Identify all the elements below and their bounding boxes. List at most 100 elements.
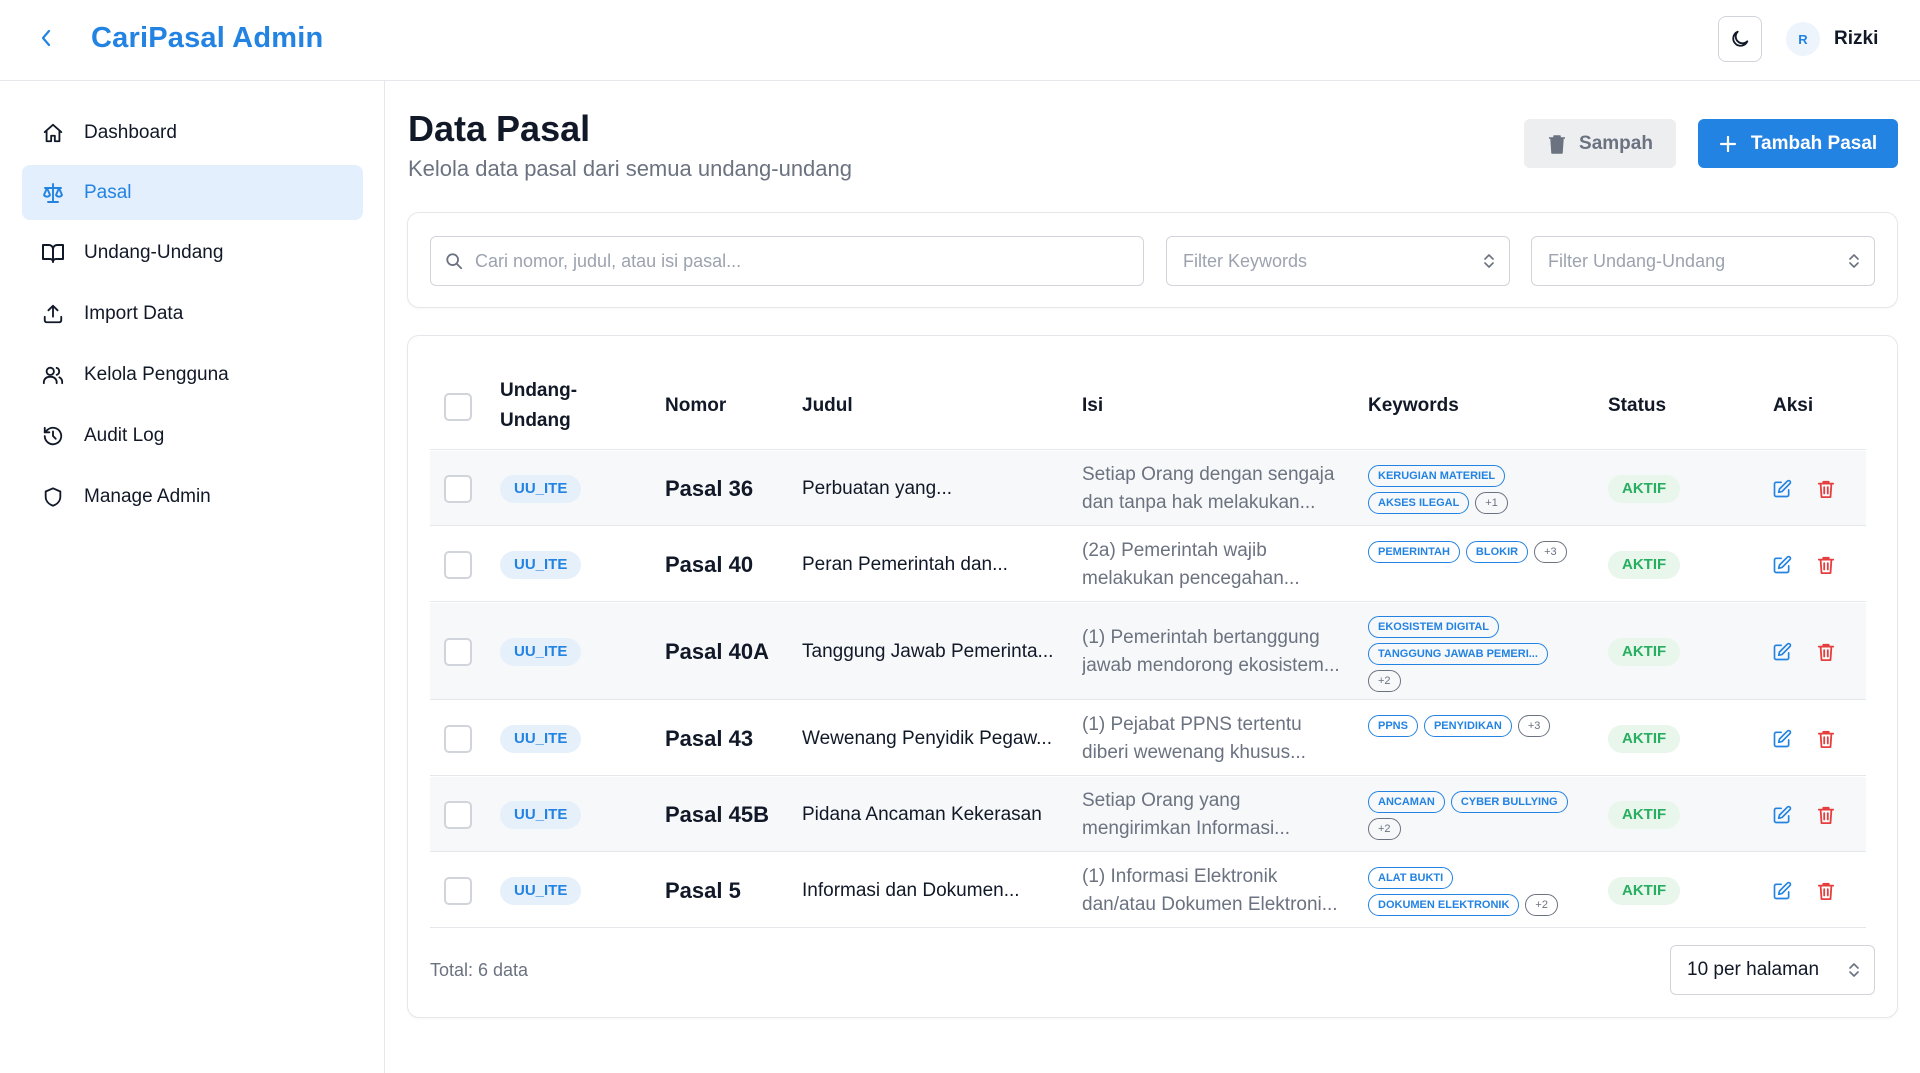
sidebar-item-audit-log[interactable]: Audit Log [22, 408, 363, 463]
trash-icon [1817, 642, 1835, 662]
keyword-list: PPNS PENYIDIKAN +3 [1368, 714, 1583, 737]
pasal-content: (2a) Pemerintah wajib melakukan pencegah… [1082, 537, 1352, 593]
select-all-checkbox[interactable] [444, 393, 472, 421]
trash-icon [1817, 881, 1835, 901]
delete-button[interactable] [1814, 727, 1838, 751]
filter-keywords-select[interactable]: Filter Keywords [1166, 236, 1510, 286]
table-row[interactable]: UU_ITE Pasal 40A Tanggung Jawab Pemerint… [430, 603, 1866, 700]
sidebar-item-label: Undang-Undang [84, 241, 224, 263]
delete-button[interactable] [1814, 803, 1838, 827]
pasal-title: Informasi dan Dokumen... [802, 879, 1020, 901]
delete-button[interactable] [1814, 553, 1838, 577]
search-input[interactable] [475, 250, 1075, 272]
upload-icon [40, 301, 66, 327]
theme-toggle-button[interactable] [1718, 16, 1762, 62]
table-header: Undang- Undang Nomor Judul Isi Keywords … [430, 364, 1866, 450]
avatar[interactable]: R [1786, 22, 1820, 56]
sidebar-item-kelola-pengguna[interactable]: Kelola Pengguna [22, 347, 363, 402]
column-header-undang-line2: Undang [500, 410, 571, 431]
edit-button[interactable] [1770, 727, 1794, 751]
sidebar-item-dashboard[interactable]: Dashboard [22, 105, 363, 160]
row-checkbox[interactable] [444, 800, 472, 829]
search-box [430, 236, 1144, 286]
back-button[interactable] [32, 24, 60, 52]
table-row[interactable]: UU_ITE Pasal 43 Wewenang Penyidik Pegaw.… [430, 701, 1866, 776]
keyword-list: EKOSISTEM DIGITAL TANGGUNG JAWAB PEMERI..… [1368, 615, 1583, 692]
per-page-select[interactable]: 10 per halaman [1670, 945, 1875, 995]
undang-undang-badge: UU_ITE [500, 474, 582, 503]
row-checkbox[interactable] [444, 724, 472, 753]
column-header-aksi: Aksi [1773, 395, 1814, 416]
table-row[interactable]: UU_ITE Pasal 5 Informasi dan Dokumen... … [430, 853, 1866, 928]
row-checkbox[interactable] [444, 637, 472, 666]
keyword-tag: CYBER BULLYING [1450, 790, 1568, 813]
sidebar-item-pasal[interactable]: Pasal [22, 165, 363, 220]
edit-button[interactable] [1770, 803, 1794, 827]
keyword-tag: TANGGUNG JAWAB PEMERI... [1368, 642, 1548, 665]
pasal-number: Pasal 45B [665, 801, 769, 827]
pasal-content-line: (1) Informasi Elektronik [1082, 865, 1278, 887]
column-header-status: Status [1608, 395, 1667, 416]
row-checkbox[interactable] [444, 474, 472, 503]
edit-icon [1772, 479, 1792, 499]
pasal-number: Pasal 40 [665, 551, 754, 577]
pasal-content-line: melakukan pencegahan... [1082, 567, 1300, 589]
pasal-content-line: mengirimkan Informasi... [1082, 817, 1291, 839]
keyword-tag: AKSES ILEGAL [1368, 491, 1470, 514]
column-header-keywords: Keywords [1368, 395, 1459, 416]
delete-button[interactable] [1814, 879, 1838, 903]
trash-icon [1817, 555, 1835, 575]
sidebar-item-import-data[interactable]: Import Data [22, 286, 363, 341]
filter-keywords-placeholder: Filter Keywords [1183, 250, 1308, 271]
table-row[interactable]: UU_ITE Pasal 45B Pidana Ancaman Kekerasa… [430, 777, 1866, 852]
pasal-content: Setiap Orang dengan sengaja dan tanpa ha… [1082, 461, 1352, 517]
status-badge: AKTIF [1608, 876, 1681, 905]
trash-button-label: Sampah [1579, 132, 1653, 154]
pasal-content-line: dan/atau Dokumen Elektroni... [1082, 893, 1338, 915]
chevron-up-down-icon [1483, 252, 1495, 270]
keyword-tag: ALAT BUKTI [1368, 866, 1454, 889]
pasal-content-line: (2a) Pemerintah wajib [1082, 539, 1267, 561]
edit-button[interactable] [1770, 640, 1794, 664]
user-name[interactable]: Rizki [1834, 28, 1878, 50]
keyword-more-tag: +2 [1525, 893, 1558, 916]
total-count: Total: 6 data [430, 960, 529, 980]
keyword-tag: EKOSISTEM DIGITAL [1368, 615, 1500, 638]
filter-undang-undang-select[interactable]: Filter Undang-Undang [1531, 236, 1875, 286]
keyword-list: PEMERINTAH BLOKIR +3 [1368, 540, 1583, 563]
edit-icon [1772, 729, 1792, 749]
status-badge: AKTIF [1608, 724, 1681, 753]
delete-button[interactable] [1814, 640, 1838, 664]
column-header-nomor: Nomor [665, 395, 727, 416]
moon-icon [1732, 30, 1749, 47]
app-title: CariPasal Admin [91, 22, 324, 54]
table-row[interactable]: UU_ITE Pasal 36 Perbuatan yang... Setiap… [430, 451, 1866, 526]
sidebar-item-label: Dashboard [84, 121, 177, 143]
delete-button[interactable] [1814, 477, 1838, 501]
chevron-up-down-icon [1848, 961, 1860, 979]
edit-icon [1772, 555, 1792, 575]
filter-panel: Filter Keywords Filter Undang-Undang [407, 212, 1898, 308]
top-bar: CariPasal Admin R Rizki [0, 0, 1920, 81]
row-checkbox[interactable] [444, 876, 472, 905]
undang-undang-badge: UU_ITE [500, 876, 582, 905]
status-badge: AKTIF [1608, 637, 1681, 666]
keyword-more-tag: +1 [1475, 491, 1508, 514]
sidebar-item-manage-admin[interactable]: Manage Admin [22, 469, 363, 524]
keyword-more-tag: +3 [1517, 714, 1551, 737]
pasal-content-line: jawab mendorong ekosistem... [1082, 654, 1340, 676]
undang-undang-badge: UU_ITE [500, 637, 582, 666]
page-subtitle: Kelola data pasal dari semua undang-unda… [408, 156, 852, 181]
table-row[interactable]: UU_ITE Pasal 40 Peran Pemerintah dan... … [430, 527, 1866, 602]
row-checkbox[interactable] [444, 550, 472, 579]
trash-button[interactable]: Sampah [1524, 119, 1676, 168]
edit-button[interactable] [1770, 553, 1794, 577]
edit-button[interactable] [1770, 879, 1794, 903]
pasal-content: (1) Pemerintah bertanggung jawab mendoro… [1082, 624, 1352, 680]
sidebar-item-undang-undang[interactable]: Undang-Undang [22, 225, 363, 280]
add-pasal-button[interactable]: Tambah Pasal [1698, 119, 1898, 168]
pasal-title: Perbuatan yang... [802, 477, 952, 499]
edit-button[interactable] [1770, 477, 1794, 501]
trash-icon [1547, 133, 1567, 155]
pasal-number: Pasal 36 [665, 475, 754, 501]
